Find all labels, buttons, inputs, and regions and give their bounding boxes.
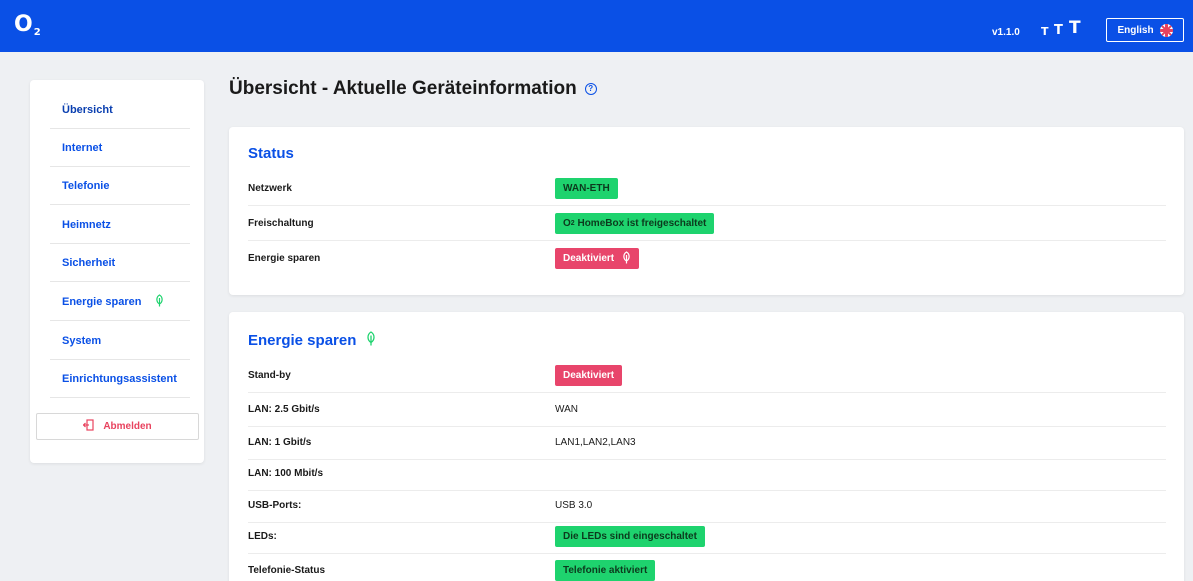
energy-row-telefonie: Telefonie-Status Telefonie aktiviert — [248, 553, 1166, 581]
energy-row-leds: LEDs: Die LEDs sind eingeschaltet — [248, 519, 1166, 554]
row-value: USB 3.0 — [555, 500, 593, 511]
status-row-netzwerk: Netzwerk WAN-ETH — [248, 171, 1166, 206]
language-button[interactable]: English — [1106, 18, 1184, 42]
row-label: LAN: 1 Gbit/s — [248, 437, 312, 448]
status-badge: O2 HomeBox ist freigeschaltet — [555, 213, 715, 234]
row-label: LAN: 100 Mbit/s — [248, 468, 324, 479]
page-title-text: Übersicht - Aktuelle Geräteinformation — [229, 78, 577, 99]
text-size-small-button[interactable]: T — [1041, 26, 1049, 37]
top-bar: O2 v1.1.0 T T T English — [0, 0, 1193, 52]
energy-row-lan-1: LAN: 1 Gbit/s LAN1,LAN2,LAN3 — [248, 425, 1166, 460]
leaf-icon — [366, 331, 376, 350]
sidebar-item-label: Übersicht — [62, 103, 113, 116]
sidebar-item-label: Heimnetz — [62, 218, 111, 231]
o2-logo[interactable]: O2 — [14, 12, 41, 38]
row-value: WAN — [555, 404, 578, 415]
sidebar-item-telefonie[interactable]: Telefonie — [30, 166, 204, 205]
row-label: Energie sparen — [248, 253, 321, 264]
row-label: LEDs: — [248, 531, 277, 542]
row-label: Telefonie-Status — [248, 565, 326, 576]
status-card-title: Status — [248, 145, 294, 162]
energy-card: Energie sparen Stand-by Deaktiviert LAN:… — [229, 312, 1184, 581]
status-badge: Die LEDs sind eingeschaltet — [555, 526, 705, 547]
energy-row-standby: Stand-by Deaktiviert — [248, 358, 1166, 393]
text-size-large-button[interactable]: T — [1069, 20, 1081, 37]
page-title: Übersicht - Aktuelle Geräteinformation ? — [229, 78, 597, 100]
sidebar-item-uebersicht[interactable]: Übersicht — [30, 90, 204, 129]
row-label: Netzwerk — [248, 183, 292, 194]
row-label: LAN: 2.5 Gbit/s — [248, 404, 320, 415]
uk-flag-icon — [1159, 23, 1173, 37]
sidebar-item-sicherheit[interactable]: Sicherheit — [30, 243, 204, 282]
row-label: Stand-by — [248, 370, 291, 381]
status-badge: WAN-ETH — [555, 178, 618, 199]
status-badge: Deaktiviert — [555, 365, 623, 386]
sidebar-item-system[interactable]: System — [30, 321, 204, 360]
leaf-icon — [622, 250, 631, 267]
logout-label: Abmelden — [103, 421, 152, 432]
energy-row-lan-100: LAN: 100 Mbit/s — [248, 456, 1166, 491]
row-value: LAN1,LAN2,LAN3 — [555, 437, 636, 448]
text-size-medium-button[interactable]: T — [1054, 24, 1063, 37]
sidebar-item-internet[interactable]: Internet — [30, 128, 204, 167]
sidebar-item-einrichtungsassistent[interactable]: Einrichtungsassistent — [30, 359, 204, 398]
status-badge: Deaktiviert — [555, 248, 640, 269]
sidebar-item-label: Energie sparen — [62, 295, 142, 308]
sidebar-item-energie-sparen[interactable]: Energie sparen — [30, 282, 204, 321]
logout-icon — [82, 419, 95, 434]
sidebar-item-heimnetz[interactable]: Heimnetz — [30, 205, 204, 244]
row-label: USB-Ports: — [248, 500, 302, 511]
status-card: Status Netzwerk WAN-ETH Freischaltung O2… — [229, 127, 1184, 295]
sidebar-item-label: Internet — [62, 141, 103, 154]
row-label: Freischaltung — [248, 218, 314, 229]
firmware-version: v1.1.0 — [992, 27, 1020, 38]
sidebar: Übersicht Internet Telefonie Heimnetz Si… — [30, 80, 204, 463]
energy-row-lan-2-5: LAN: 2.5 Gbit/s WAN — [248, 392, 1166, 427]
status-row-freischaltung: Freischaltung O2 HomeBox ist freigeschal… — [248, 206, 1166, 241]
energy-row-usb: USB-Ports: USB 3.0 — [248, 488, 1166, 523]
leaf-icon — [155, 293, 164, 310]
status-row-energie-sparen: Energie sparen Deaktiviert — [248, 241, 1166, 276]
language-label: English — [1117, 24, 1154, 36]
sidebar-item-label: System — [62, 334, 102, 347]
logout-button[interactable]: Abmelden — [36, 413, 199, 440]
sidebar-item-label: Einrichtungsassistent — [62, 372, 177, 385]
status-badge: Telefonie aktiviert — [555, 560, 656, 581]
energy-card-title: Energie sparen — [248, 331, 376, 350]
sidebar-item-label: Sicherheit — [62, 256, 116, 269]
help-icon[interactable]: ? — [584, 83, 597, 95]
sidebar-item-label: Telefonie — [62, 179, 110, 192]
